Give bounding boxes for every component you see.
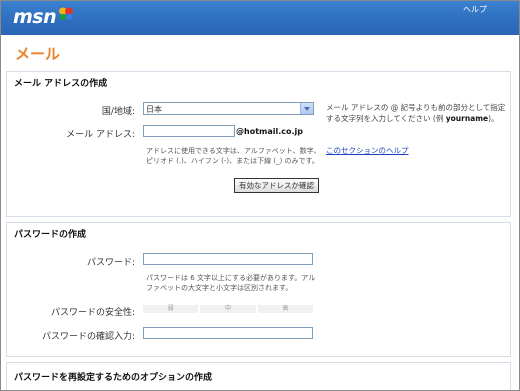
strength-medium: 中 — [200, 305, 258, 313]
side-note-example: yourname — [445, 114, 489, 123]
email-input[interactable] — [143, 125, 235, 137]
email-section: メール アドレスの作成 国/地域: 日本 メール アドレス: @hotmail.… — [6, 71, 511, 217]
msn-butterfly-icon — [59, 7, 73, 20]
email-section-heading: メール アドレスの作成 — [14, 79, 108, 89]
password-section: パスワードの作成 パスワード: パスワードは 6 文字以上にする必要があります。… — [6, 222, 511, 357]
password-strength-meter: 弱 中 高 — [143, 305, 315, 313]
help-link-top[interactable]: ヘルプ — [463, 4, 487, 15]
country-label: 国/地域: — [101, 107, 135, 117]
password-label: パスワード: — [86, 258, 135, 268]
confirm-password-label: パスワードの確認入力: — [41, 332, 135, 342]
allowed-chars-note: アドレスに使用できる文字は、アルファベット、数字、ピリオド (.)、ハイフン (… — [146, 147, 321, 165]
password-note: パスワードは 6 文字以上にする必要があります。アルファベットの大文字と小文字は… — [146, 274, 316, 292]
email-side-note: メール アドレスの @ 記号よりも前の部分として指定する文字列を入力してください… — [326, 102, 506, 124]
signup-window: msn ヘルプ メール メール アドレスの作成 国/地域: 日本 メール アドレ… — [0, 0, 520, 391]
reset-section-heading: パスワードを再設定するためのオプションの作成 — [14, 373, 213, 383]
msn-logo[interactable]: msn — [13, 6, 57, 28]
page-title: メール — [15, 45, 61, 63]
country-value: 日本 — [146, 105, 162, 114]
strength-label: パスワードの安全性: — [50, 308, 135, 318]
password-input[interactable] — [143, 253, 313, 265]
reset-section: パスワードを再設定するためのオプションの作成 — [6, 362, 511, 390]
strength-weak: 弱 — [143, 305, 201, 313]
email-label: メール アドレス: — [66, 130, 135, 140]
domain-suffix: @hotmail.co.jp — [236, 127, 304, 136]
password-section-heading: パスワードの作成 — [14, 230, 87, 240]
country-select[interactable]: 日本 — [143, 102, 314, 115]
check-address-button[interactable]: 有効なアドレスか確認 — [234, 178, 319, 193]
confirm-password-input[interactable] — [143, 327, 313, 339]
msn-header: msn ヘルプ — [1, 1, 519, 35]
side-note-end: )。 — [488, 114, 499, 123]
strength-strong: 高 — [257, 305, 315, 313]
chevron-down-icon[interactable] — [300, 103, 313, 114]
section-help-link[interactable]: このセクションのヘルプ — [326, 145, 409, 156]
